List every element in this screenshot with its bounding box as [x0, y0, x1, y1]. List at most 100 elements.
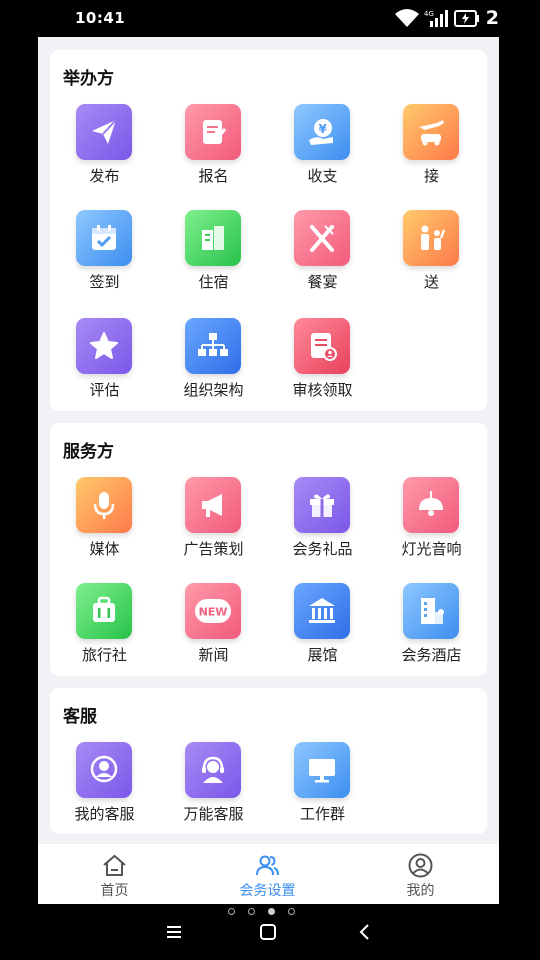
tile-travel-agency[interactable]: 旅行社	[50, 583, 159, 683]
status-bar: 10:41 4G 2	[38, 0, 499, 37]
battery-level: 2	[485, 7, 499, 29]
tile-label: 住宿	[198, 273, 229, 291]
tile-checkin[interactable]: 签到	[50, 210, 159, 310]
home-square-icon[interactable]	[258, 922, 278, 942]
megaphone-icon	[185, 477, 241, 533]
tile-label: 签到	[89, 273, 120, 291]
tile-label: 灯光音响	[401, 540, 462, 558]
suitcase-icon	[76, 583, 132, 639]
tile-gifts[interactable]: 会务礼品	[268, 477, 377, 577]
tile-banquet[interactable]: 餐宴	[268, 210, 377, 310]
building-icon	[185, 210, 241, 266]
svg-text:4G: 4G	[424, 10, 434, 18]
tile-publish[interactable]: 发布	[50, 104, 159, 204]
page-dot	[248, 907, 255, 915]
star-icon	[76, 318, 132, 374]
nav-label: 会务设置	[239, 883, 296, 899]
tile-dropoff[interactable]: 送	[377, 210, 486, 310]
tile-signup[interactable]: 报名	[159, 104, 268, 204]
home-icon	[103, 854, 126, 876]
monitor-icon	[294, 742, 350, 798]
tile-universal-service[interactable]: 万能客服	[159, 742, 268, 842]
tile-label: 广告策划	[183, 540, 244, 558]
review-document-icon	[294, 318, 350, 374]
tile-conference-hotel[interactable]: 会务酒店	[377, 583, 486, 683]
battery-icon	[453, 8, 480, 28]
yuan-hand-icon: ¥	[294, 104, 350, 160]
people-wave-icon	[403, 210, 459, 266]
tile-label: 会务酒店	[401, 646, 462, 664]
tile-label: 审核领取	[292, 381, 353, 399]
status-icons: 4G 2	[394, 6, 499, 30]
tile-label: 送	[423, 273, 439, 291]
tile-label: 新闻	[198, 646, 229, 664]
tile-finance[interactable]: ¥ 收支	[268, 104, 377, 204]
organizer-section: 举办方 发布 报名 ¥ 收支 接 签到 住宿 餐宴 送 评估 组织架构 审核领取	[50, 50, 487, 411]
nav-mine[interactable]: 我的	[344, 844, 497, 905]
tile-label: 展馆	[307, 646, 338, 664]
page-dot	[288, 907, 295, 915]
tile-label: 媒体	[89, 540, 120, 558]
section-title: 服务方	[63, 442, 114, 462]
user-circle-icon	[408, 853, 433, 878]
tile-label: 评估	[89, 381, 120, 399]
back-icon[interactable]	[355, 922, 375, 942]
tile-lighting[interactable]: 灯光音响	[377, 477, 486, 577]
tile-media[interactable]: 媒体	[50, 477, 159, 577]
app-screen: 10:41 4G 2 举办方 发布 报名 ¥ 收支 接 签到 住宿 餐宴 送 评…	[38, 0, 499, 960]
hotel-icon	[403, 583, 459, 639]
tile-label: 我的客服	[74, 805, 135, 823]
section-title: 客服	[63, 707, 97, 727]
tile-label: 组织架构	[183, 381, 244, 399]
tile-pickup[interactable]: 接	[377, 104, 486, 204]
tile-work-group[interactable]: 工作群	[268, 742, 377, 842]
nav-label: 我的	[406, 883, 435, 899]
services-section: 服务方 媒体 广告策划 会务礼品 灯光音响 旅行社 NEW 新闻 展馆 会务酒店	[50, 423, 487, 676]
sign-up-form-icon	[185, 104, 241, 160]
gift-icon	[294, 477, 350, 533]
nav-conference-settings[interactable]: 会务设置	[191, 844, 344, 905]
paper-plane-icon	[76, 104, 132, 160]
tile-news[interactable]: NEW 新闻	[159, 583, 268, 683]
tile-org-structure[interactable]: 组织架构	[159, 318, 268, 418]
museum-icon	[294, 583, 350, 639]
service-agent-icon	[76, 742, 132, 798]
microphone-icon	[76, 477, 132, 533]
support-section: 客服 我的客服 万能客服 工作群	[50, 688, 487, 834]
calendar-check-icon	[76, 210, 132, 266]
plane-car-icon	[403, 104, 459, 160]
tile-lodging[interactable]: 住宿	[159, 210, 268, 310]
tile-label: 收支	[307, 167, 338, 185]
tile-label: 接	[423, 167, 439, 185]
page-dot-active	[268, 907, 275, 915]
status-time: 10:41	[75, 9, 126, 27]
bottom-nav: 首页 会务设置 我的	[38, 843, 499, 905]
news-badge-text: NEW	[199, 606, 228, 619]
tile-advertising[interactable]: 广告策划	[159, 477, 268, 577]
tile-my-service[interactable]: 我的客服	[50, 742, 159, 842]
tile-label: 报名	[198, 167, 229, 185]
tile-label: 会务礼品	[292, 540, 353, 558]
people-icon	[256, 855, 279, 876]
tile-review[interactable]: 审核领取	[268, 318, 377, 418]
menu-icon[interactable]	[164, 922, 184, 942]
tile-exhibition-hall[interactable]: 展馆	[268, 583, 377, 683]
tile-label: 发布	[89, 167, 120, 185]
signal-icon: 4G	[424, 8, 450, 28]
tile-label: 餐宴	[307, 273, 338, 291]
ceiling-lamp-icon	[403, 477, 459, 533]
wifi-icon	[394, 8, 420, 28]
nav-label: 首页	[100, 883, 129, 899]
tile-evaluation[interactable]: 评估	[50, 318, 159, 418]
org-chart-icon	[185, 318, 241, 374]
fork-knife-icon	[294, 210, 350, 266]
section-title: 举办方	[63, 69, 114, 89]
tile-label: 万能客服	[183, 805, 244, 823]
new-badge-icon: NEW	[185, 583, 241, 639]
headset-agent-icon	[185, 742, 241, 798]
tile-label: 工作群	[299, 805, 345, 823]
svg-text:¥: ¥	[319, 122, 328, 136]
nav-home[interactable]: 首页	[38, 844, 191, 905]
page-dot	[228, 907, 235, 915]
page-indicator	[228, 904, 295, 918]
